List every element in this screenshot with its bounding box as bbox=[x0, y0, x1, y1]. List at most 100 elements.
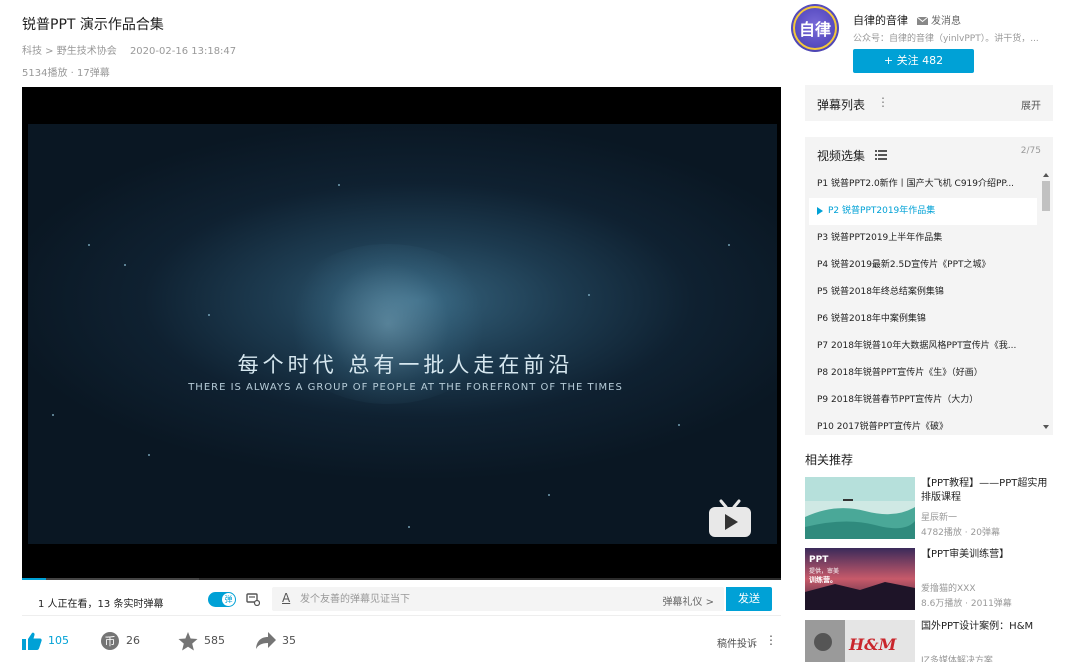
publish-time: 2020-02-16 13:18:47 bbox=[130, 46, 236, 57]
episode-item[interactable]: P5 锐普2018年终总结案例集锦 bbox=[809, 279, 1037, 306]
font-style-icon[interactable]: A bbox=[282, 591, 290, 605]
episode-list: P1 锐普PPT2.0新作丨国产大飞机 C919介绍PP...P2 锐普PPT2… bbox=[809, 171, 1037, 435]
star-dot bbox=[148, 454, 150, 456]
episode-item[interactable]: P8 2018年锐普PPT宣传片《生》（好画） bbox=[809, 360, 1037, 387]
send-message-link[interactable]: 发消息 bbox=[917, 12, 961, 27]
scroll-up-arrow[interactable] bbox=[1043, 173, 1049, 177]
danmaku-list-expand[interactable]: 展开 bbox=[1021, 97, 1041, 112]
episode-panel-title: 视频选集 bbox=[817, 147, 865, 164]
report-link[interactable]: 稿件投诉 bbox=[717, 635, 757, 650]
video-headline: 每个时代 总有一批人走在前沿 bbox=[28, 349, 781, 379]
recommend-thumbnail[interactable] bbox=[805, 477, 915, 539]
episode-panel: 视频选集 2/75 P1 锐普PPT2.0新作丨国产大飞机 C919介绍PP..… bbox=[805, 137, 1053, 435]
danmaku-toggle-knob: 弹 bbox=[222, 593, 235, 606]
episode-label: P9 2018年锐普春节PPT宣传片（大力） bbox=[817, 395, 978, 405]
recommend-title-text[interactable]: 【PPT教程】——PPT超实用排版课程 bbox=[921, 477, 1055, 505]
danmaku-etiquette-link[interactable]: 弹幕礼仪 > bbox=[662, 593, 714, 608]
share-arrow-icon bbox=[256, 632, 276, 650]
recommend-stats: 4782播放 · 20弹幕 bbox=[921, 525, 1000, 538]
like-button[interactable]: 105 bbox=[22, 630, 69, 652]
recommend-item[interactable]: H&M 国外PPT设计案例：H&M JZ多媒体解决方案 bbox=[805, 620, 1055, 662]
episode-item[interactable]: P3 锐普PPT2019上半年作品集 bbox=[809, 225, 1037, 252]
share-count: 35 bbox=[282, 634, 296, 647]
episode-label: P4 锐普2019最新2.5D宣传片《PPT之城》 bbox=[817, 260, 991, 270]
recommend-title-text[interactable]: 国外PPT设计案例：H&M bbox=[921, 620, 1055, 634]
uploader-name[interactable]: 自律的音律 bbox=[853, 12, 908, 28]
video-player[interactable]: 每个时代 总有一批人走在前沿 THERE IS ALWAYS A GROUP O… bbox=[22, 87, 781, 580]
send-message-label: 发消息 bbox=[931, 16, 961, 27]
share-button[interactable]: 35 bbox=[256, 630, 296, 652]
star-dot bbox=[588, 294, 590, 296]
video-frame[interactable]: 每个时代 总有一批人走在前沿 THERE IS ALWAYS A GROUP O… bbox=[28, 124, 777, 544]
more-menu-icon[interactable]: ⋮ bbox=[765, 633, 777, 647]
scroll-thumb[interactable] bbox=[1042, 181, 1050, 211]
mail-icon bbox=[917, 17, 928, 25]
star-dot bbox=[338, 184, 340, 186]
video-stats: 5134播放 · 17弹幕 bbox=[22, 64, 110, 79]
episode-label: P5 锐普2018年终总结案例集锦 bbox=[817, 287, 944, 297]
thumb-text: 提供，审美 bbox=[809, 567, 839, 575]
scroll-down-arrow[interactable] bbox=[1043, 425, 1049, 429]
progress-bar[interactable] bbox=[22, 578, 781, 580]
danmaku-settings-icon[interactable] bbox=[246, 592, 260, 606]
recommend-title: 相关推荐 bbox=[805, 451, 853, 468]
recommend-thumbnail[interactable]: PPT 提供，审美 训练营。 bbox=[805, 548, 915, 610]
episode-item[interactable]: P4 锐普2019最新2.5D宣传片《PPT之城》 bbox=[809, 252, 1037, 279]
episode-item[interactable]: P6 锐普2018年中案例集锦 bbox=[809, 306, 1037, 333]
favorite-count: 585 bbox=[204, 634, 225, 647]
episode-scrollbar[interactable] bbox=[1041, 173, 1051, 429]
viewer-count: 1 人正在看，13 条实时弹幕 bbox=[38, 595, 163, 610]
thumb-text: PPT bbox=[809, 555, 829, 565]
coin-count: 26 bbox=[126, 634, 140, 647]
star-dot bbox=[124, 264, 126, 266]
bilibili-tv-icon[interactable] bbox=[707, 499, 753, 539]
favorite-button[interactable]: 585 bbox=[178, 630, 225, 652]
episode-item[interactable]: P9 2018年锐普春节PPT宣传片（大力） bbox=[809, 387, 1037, 414]
avatar-char: 自律 bbox=[791, 16, 839, 40]
buffer-fill bbox=[46, 578, 199, 580]
star-dot bbox=[208, 314, 210, 316]
episode-pager: 2/75 bbox=[1021, 146, 1041, 156]
coin-icon: 币 bbox=[100, 631, 120, 651]
recommend-item[interactable]: 【PPT教程】——PPT超实用排版课程 星辰新一 4782播放 · 20弹幕 bbox=[805, 477, 1055, 541]
video-title: 锐普PPT 演示作品合集 bbox=[22, 14, 164, 34]
episode-item[interactable]: P10 2017锐普PPT宣传片《破》 bbox=[809, 414, 1037, 435]
thumbs-up-icon bbox=[22, 632, 42, 650]
danmaku-bar: 1 人正在看，13 条实时弹幕 弹 A 弹幕礼仪 > 发送 bbox=[22, 583, 781, 616]
like-count: 105 bbox=[48, 634, 69, 647]
star-dot bbox=[728, 244, 730, 246]
list-icon[interactable] bbox=[875, 150, 887, 160]
video-meta: 科技 > 野生技术协会 2020-02-16 13:18:47 bbox=[22, 42, 236, 57]
star-dot bbox=[548, 494, 550, 496]
episode-label: P6 锐普2018年中案例集锦 bbox=[817, 314, 926, 324]
coin-button[interactable]: 币 26 bbox=[100, 630, 140, 652]
category-breadcrumb[interactable]: 科技 > 野生技术协会 bbox=[22, 46, 117, 57]
danmaku-input[interactable] bbox=[300, 587, 650, 611]
danmaku-toggle[interactable]: 弹 bbox=[208, 592, 236, 607]
send-danmaku-button[interactable]: 发送 bbox=[726, 587, 772, 611]
recommend-title-text[interactable]: 【PPT审美训练营】 bbox=[921, 548, 1055, 562]
action-row: 105 币 26 585 35 稿件投诉 ⋮ bbox=[22, 626, 781, 656]
danmaku-input-wrap: A 弹幕礼仪 > bbox=[272, 587, 724, 611]
episode-label: P8 2018年锐普PPT宣传片《生》（好画） bbox=[817, 368, 983, 378]
recommend-thumbnail[interactable]: H&M bbox=[805, 620, 915, 662]
recommend-author[interactable]: 爱撸猫的XXX bbox=[921, 581, 976, 594]
episode-item[interactable]: P1 锐普PPT2.0新作丨国产大飞机 C919介绍PP... bbox=[809, 171, 1037, 198]
recommend-author[interactable]: JZ多媒体解决方案 bbox=[921, 653, 993, 662]
danmaku-list-menu-icon[interactable]: ⋮ bbox=[877, 95, 889, 109]
recommend-stats: 8.6万播放 · 2011弹幕 bbox=[921, 596, 1012, 609]
episode-item[interactable]: P2 锐普PPT2019年作品集 bbox=[809, 198, 1037, 225]
recommend-author[interactable]: 星辰新一 bbox=[921, 510, 957, 523]
video-subline: THERE IS ALWAYS A GROUP OF PEOPLE AT THE… bbox=[28, 382, 781, 393]
recommend-item[interactable]: PPT 提供，审美 训练营。 【PPT审美训练营】 爱撸猫的XXX 8.6万播放… bbox=[805, 548, 1055, 612]
uploader-description: 公众号：自律的音律（yinlvPPT）。讲干货，... bbox=[853, 31, 1053, 44]
uploader-avatar[interactable]: 自律 bbox=[791, 4, 839, 52]
episode-item[interactable]: P7 2018年锐普10年大数据风格PPT宣传片《我... bbox=[809, 333, 1037, 360]
danmaku-list-panel[interactable]: 弹幕列表 ⋮ 展开 bbox=[805, 85, 1053, 121]
follow-button[interactable]: + 关注 482 bbox=[853, 49, 974, 73]
star-dot bbox=[52, 414, 54, 416]
danmaku-list-title: 弹幕列表 bbox=[817, 96, 865, 113]
star-dot bbox=[678, 424, 680, 426]
thumb-text: 训练营。 bbox=[809, 575, 837, 584]
star-dot bbox=[88, 244, 90, 246]
